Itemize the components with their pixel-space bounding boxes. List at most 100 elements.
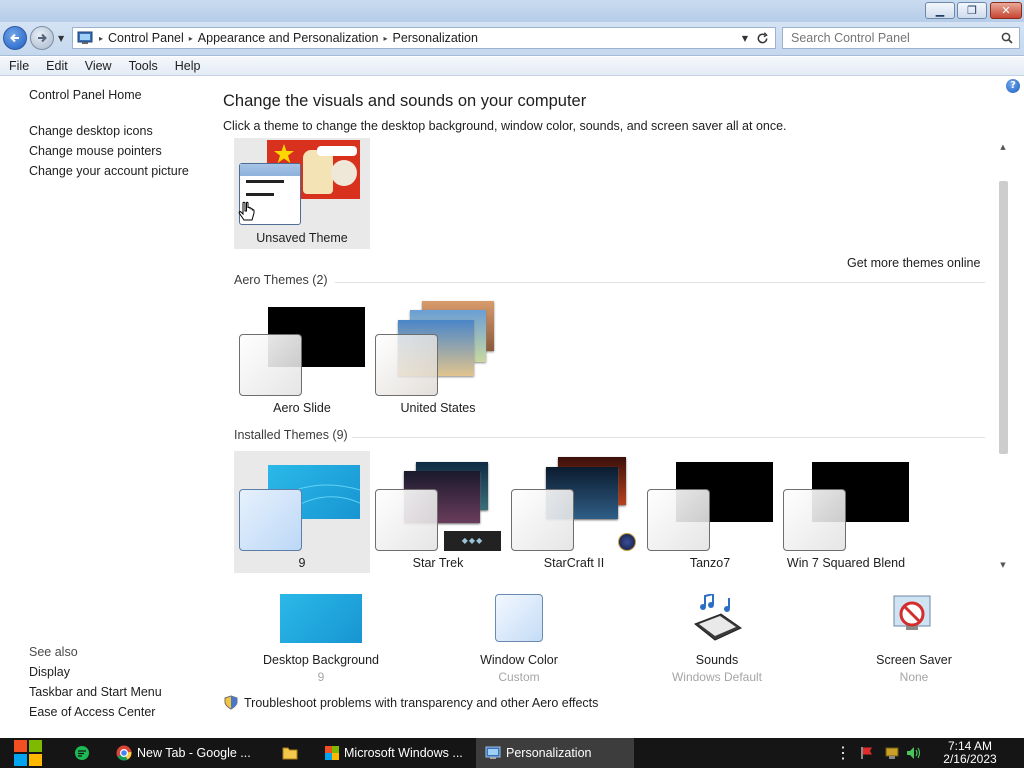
theme-label: Unsaved Theme	[256, 231, 348, 245]
glass-swatch	[375, 334, 438, 396]
display-link[interactable]: Display	[29, 665, 70, 679]
desktop-background-button[interactable]: Desktop Background 9	[251, 594, 391, 684]
sounds-label: Sounds	[695, 653, 739, 667]
flag-star-icon	[274, 144, 294, 163]
taskbar-start-menu-link[interactable]: Taskbar and Start Menu	[29, 685, 162, 699]
taskbar-word-button[interactable]: Microsoft Windows ...	[316, 738, 466, 768]
sounds-value: Windows Default	[671, 670, 763, 684]
taskbar: New Tab - Google ... Microsoft Windows .…	[0, 738, 1024, 768]
breadcrumb-personalization[interactable]: Personalization	[388, 31, 481, 45]
network-icon	[885, 747, 899, 759]
menu-tools[interactable]: Tools	[120, 57, 166, 75]
sounds-button[interactable]: Sounds Windows Default	[647, 594, 787, 684]
forward-arrow-icon	[38, 33, 47, 43]
folder-icon	[282, 747, 298, 760]
minimize-button[interactable]: ▁	[925, 2, 955, 19]
speech-bubble	[317, 146, 357, 156]
menu-help[interactable]: Help	[166, 57, 209, 75]
theme-win7-squared-blend[interactable]: Win 7 Squared Blend	[778, 451, 914, 573]
taskbar-personalization-button[interactable]: Personalization	[476, 738, 634, 768]
screen-saver-button[interactable]: Screen Saver None	[844, 594, 984, 684]
theme-9[interactable]: 9	[234, 451, 370, 573]
restore-button[interactable]: ❐	[957, 2, 987, 19]
speaker-icon	[907, 747, 921, 759]
refresh-icon[interactable]	[756, 31, 769, 45]
pinned-app-button[interactable]	[66, 738, 98, 768]
theme-label: 9	[298, 556, 306, 570]
see-also-heading: See also	[29, 645, 78, 659]
installed-themes-heading: Installed Themes (9)	[234, 428, 348, 442]
menu-bar: File Edit View Tools Help	[0, 57, 1024, 76]
troubleshoot-link[interactable]: Troubleshoot problems with transparency …	[224, 695, 598, 710]
ice-cream-scoop	[331, 160, 357, 186]
theme-star-trek[interactable]: ◆◆◆ Star Trek	[370, 451, 506, 573]
green-chat-icon	[75, 746, 89, 760]
ease-of-access-link[interactable]: Ease of Access Center	[29, 705, 155, 719]
theme-label: Aero Slide	[273, 401, 331, 415]
breadcrumb-appearance[interactable]: Appearance and Personalization	[194, 31, 383, 45]
page-subtitle: Click a theme to change the desktop back…	[223, 119, 787, 133]
taskbar-chrome-button[interactable]: New Tab - Google ...	[106, 738, 264, 768]
scrollbar-thumb[interactable]	[999, 181, 1008, 454]
glass-swatch	[239, 489, 302, 551]
menu-edit[interactable]: Edit	[37, 57, 76, 75]
help-icon[interactable]: ?	[1006, 79, 1020, 93]
start-button[interactable]	[0, 738, 56, 768]
glass-swatch	[783, 489, 846, 551]
theme-unsaved[interactable]: Unsaved Theme	[234, 138, 370, 249]
taskbar-chrome-label: New Tab - Google ...	[137, 746, 251, 760]
address-toolbar: ▼ ▸ Control Panel ▸ Appearance and Perso…	[0, 22, 1024, 56]
search-box[interactable]	[782, 27, 1020, 49]
close-button[interactable]: ✕	[990, 2, 1022, 19]
change-desktop-icons-link[interactable]: Change desktop icons	[29, 124, 153, 138]
screen-saver-label: Screen Saver	[876, 653, 952, 667]
aero-themes-heading: Aero Themes (2)	[234, 273, 328, 287]
glass-swatch	[511, 489, 574, 551]
window-color-icon	[495, 594, 543, 642]
theme-label: StarCraft II	[543, 556, 605, 570]
section-divider	[352, 437, 985, 438]
change-account-picture-link[interactable]: Change your account picture	[29, 164, 189, 178]
address-box[interactable]: ▸ Control Panel ▸ Appearance and Persona…	[72, 27, 776, 49]
hand-cursor-icon	[238, 201, 255, 221]
red-flag-icon	[861, 747, 872, 759]
theme-united-states[interactable]: United States	[370, 298, 506, 420]
volume-button[interactable]	[904, 738, 924, 768]
breadcrumb-control-panel[interactable]: Control Panel	[104, 31, 188, 45]
minimize-icon: ▁	[935, 4, 945, 17]
taskbar-word-label: Microsoft Windows ...	[344, 746, 463, 760]
back-button[interactable]	[3, 26, 27, 50]
search-input[interactable]	[783, 28, 993, 48]
more-options-icon[interactable]: ⋮	[835, 738, 851, 768]
control-panel-home-link[interactable]: Control Panel Home	[29, 88, 142, 102]
file-explorer-button[interactable]	[272, 738, 308, 768]
search-icon[interactable]	[1001, 32, 1013, 44]
menu-file[interactable]: File	[0, 57, 37, 75]
menu-view[interactable]: View	[76, 57, 120, 75]
address-dropdown-icon[interactable]: ▼	[742, 34, 756, 43]
scroll-up-arrow-icon[interactable]: ▲	[997, 143, 1009, 151]
desktop-background-value: 9	[317, 670, 325, 684]
window-color-label: Window Color	[480, 653, 558, 667]
get-more-themes-link[interactable]: Get more themes online	[847, 256, 980, 270]
theme-tanzo7[interactable]: Tanzo7	[642, 451, 778, 573]
forward-button[interactable]	[30, 26, 54, 50]
recent-pages-chevron-icon[interactable]: ▼	[58, 34, 64, 43]
theme-label: United States	[400, 401, 476, 415]
theme-starcraft[interactable]: StarCraft II	[506, 451, 642, 573]
action-center-button[interactable]	[858, 738, 876, 768]
glass-swatch	[375, 489, 438, 551]
taskbar-clock[interactable]: 7:14 AM 2/16/2023	[934, 740, 1006, 766]
network-button[interactable]	[882, 738, 902, 768]
windows-logo-icon	[14, 740, 42, 766]
scroll-down-arrow-icon[interactable]: ▼	[997, 561, 1009, 569]
desktop-background-label: Desktop Background	[262, 653, 380, 667]
theme-aero-slide[interactable]: Aero Slide	[234, 298, 370, 420]
sounds-icon	[694, 594, 742, 641]
personalization-icon	[485, 746, 501, 759]
glass-swatch	[647, 489, 710, 551]
restore-icon: ❐	[967, 4, 977, 17]
window-color-button[interactable]: Window Color Custom	[449, 594, 589, 684]
title-bar: ▁ ❐ ✕	[0, 0, 1024, 22]
change-mouse-pointers-link[interactable]: Change mouse pointers	[29, 144, 162, 158]
